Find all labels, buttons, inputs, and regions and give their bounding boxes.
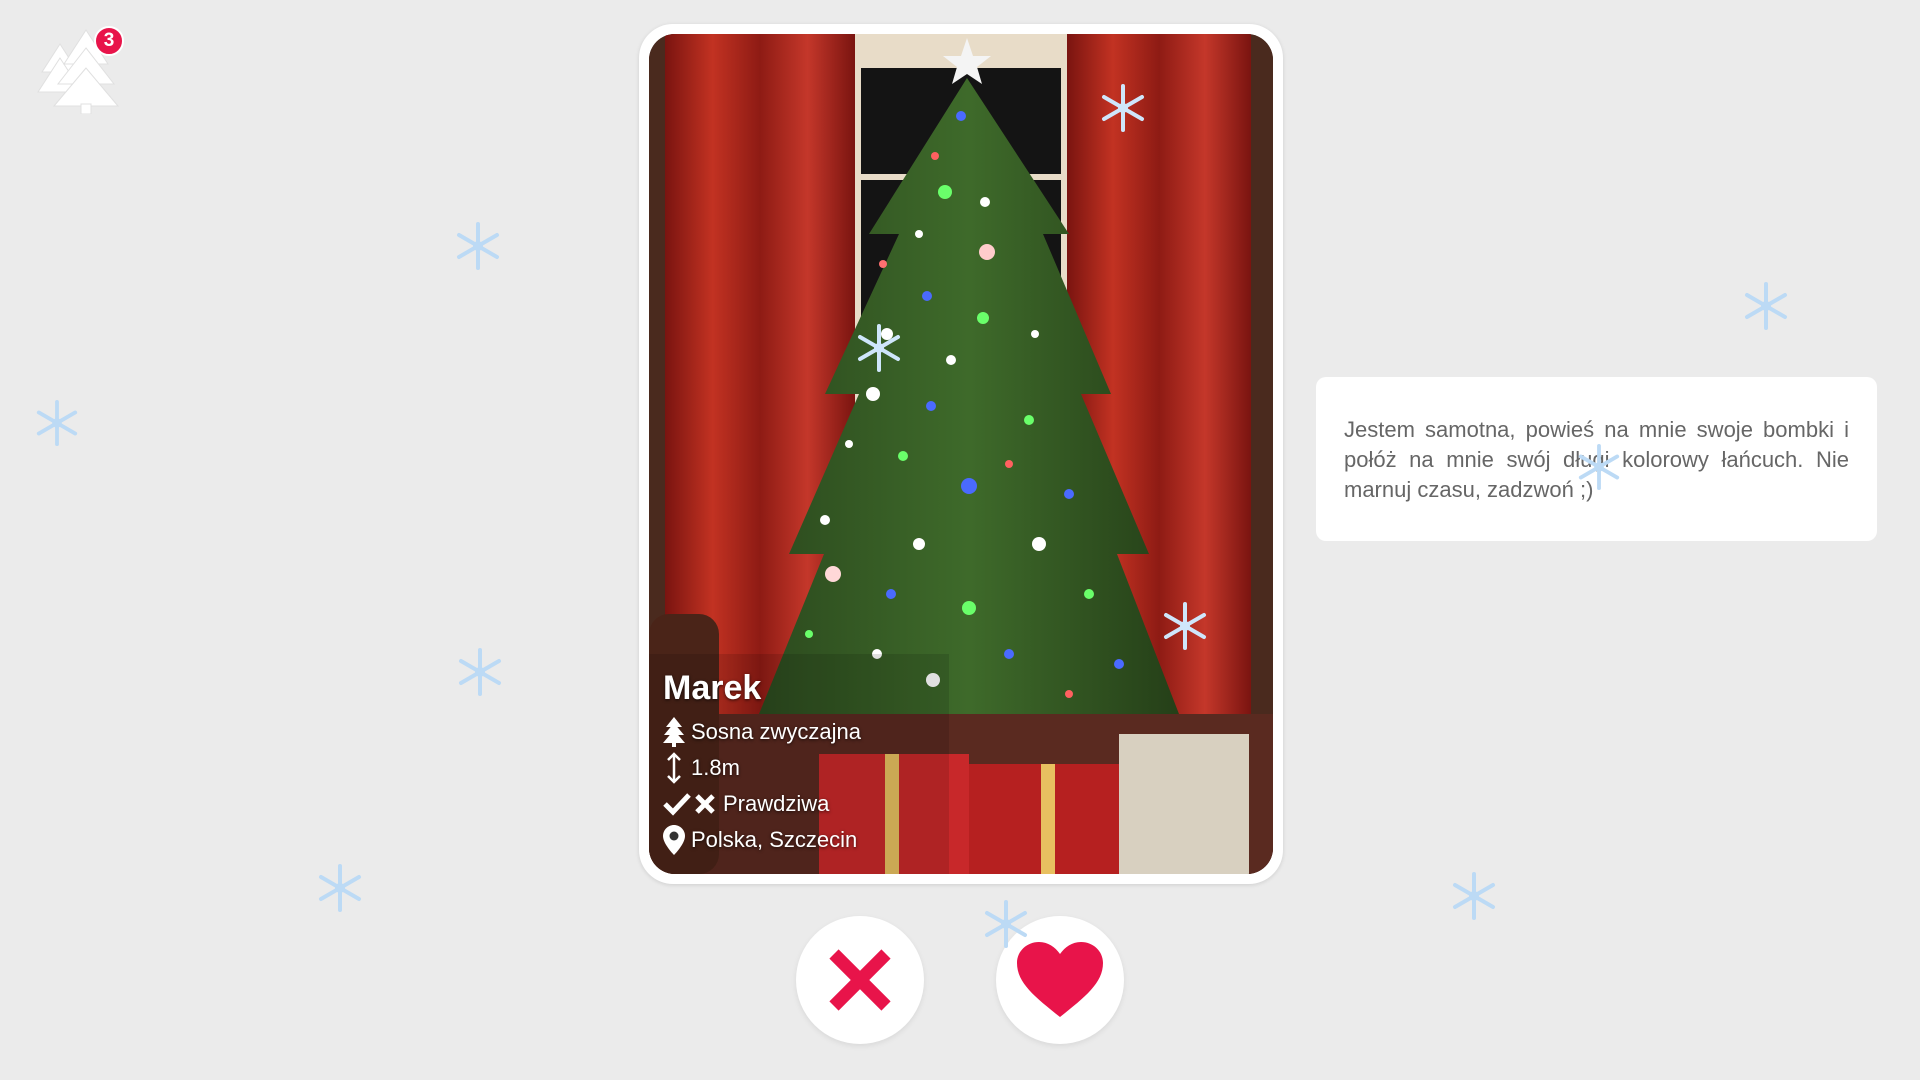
location-pin-icon (663, 825, 685, 855)
snowflake-icon (1453, 872, 1495, 920)
tree-icon (663, 717, 685, 747)
profile-info: Marek Sosna zwyczajna 1.8m Prawdziwa Pol… (663, 669, 861, 860)
snowflake-icon (1164, 602, 1206, 650)
species-row: Sosna zwyczajna (663, 716, 861, 748)
snowflake-icon (1745, 282, 1787, 330)
location-row: Polska, Szczecin (663, 824, 861, 856)
check-cross-icon (663, 793, 715, 816)
profile-name: Marek (663, 669, 762, 707)
type-row: Prawdziwa (663, 788, 861, 820)
tree-photo: Marek Sosna zwyczajna 1.8m Prawdziwa Pol… (649, 34, 1273, 874)
profile-card[interactable]: Marek Sosna zwyczajna 1.8m Prawdziwa Pol… (639, 24, 1283, 884)
snowflake-icon (1578, 444, 1620, 490)
dislike-button[interactable] (796, 916, 924, 1044)
snowflake-icon (459, 648, 501, 696)
species-label: Sosna zwyczajna (691, 719, 861, 744)
snowflake-icon (457, 222, 499, 270)
snowflake-icon (1102, 84, 1144, 132)
type-label: Prawdziwa (723, 791, 830, 816)
heart-icon (1017, 942, 1103, 1017)
snowflake-icon (319, 864, 361, 912)
snowflake-icon (985, 900, 1027, 948)
height-arrows-icon (667, 752, 681, 784)
close-icon (829, 949, 891, 1011)
location-label: Polska, Szczecin (691, 827, 858, 852)
height-label: 1.8m (691, 755, 740, 780)
height-row: 1.8m (663, 752, 861, 784)
snowflake-icon (858, 324, 900, 372)
notification-badge[interactable]: 3 (94, 26, 124, 56)
snowflake-icon (36, 400, 78, 446)
